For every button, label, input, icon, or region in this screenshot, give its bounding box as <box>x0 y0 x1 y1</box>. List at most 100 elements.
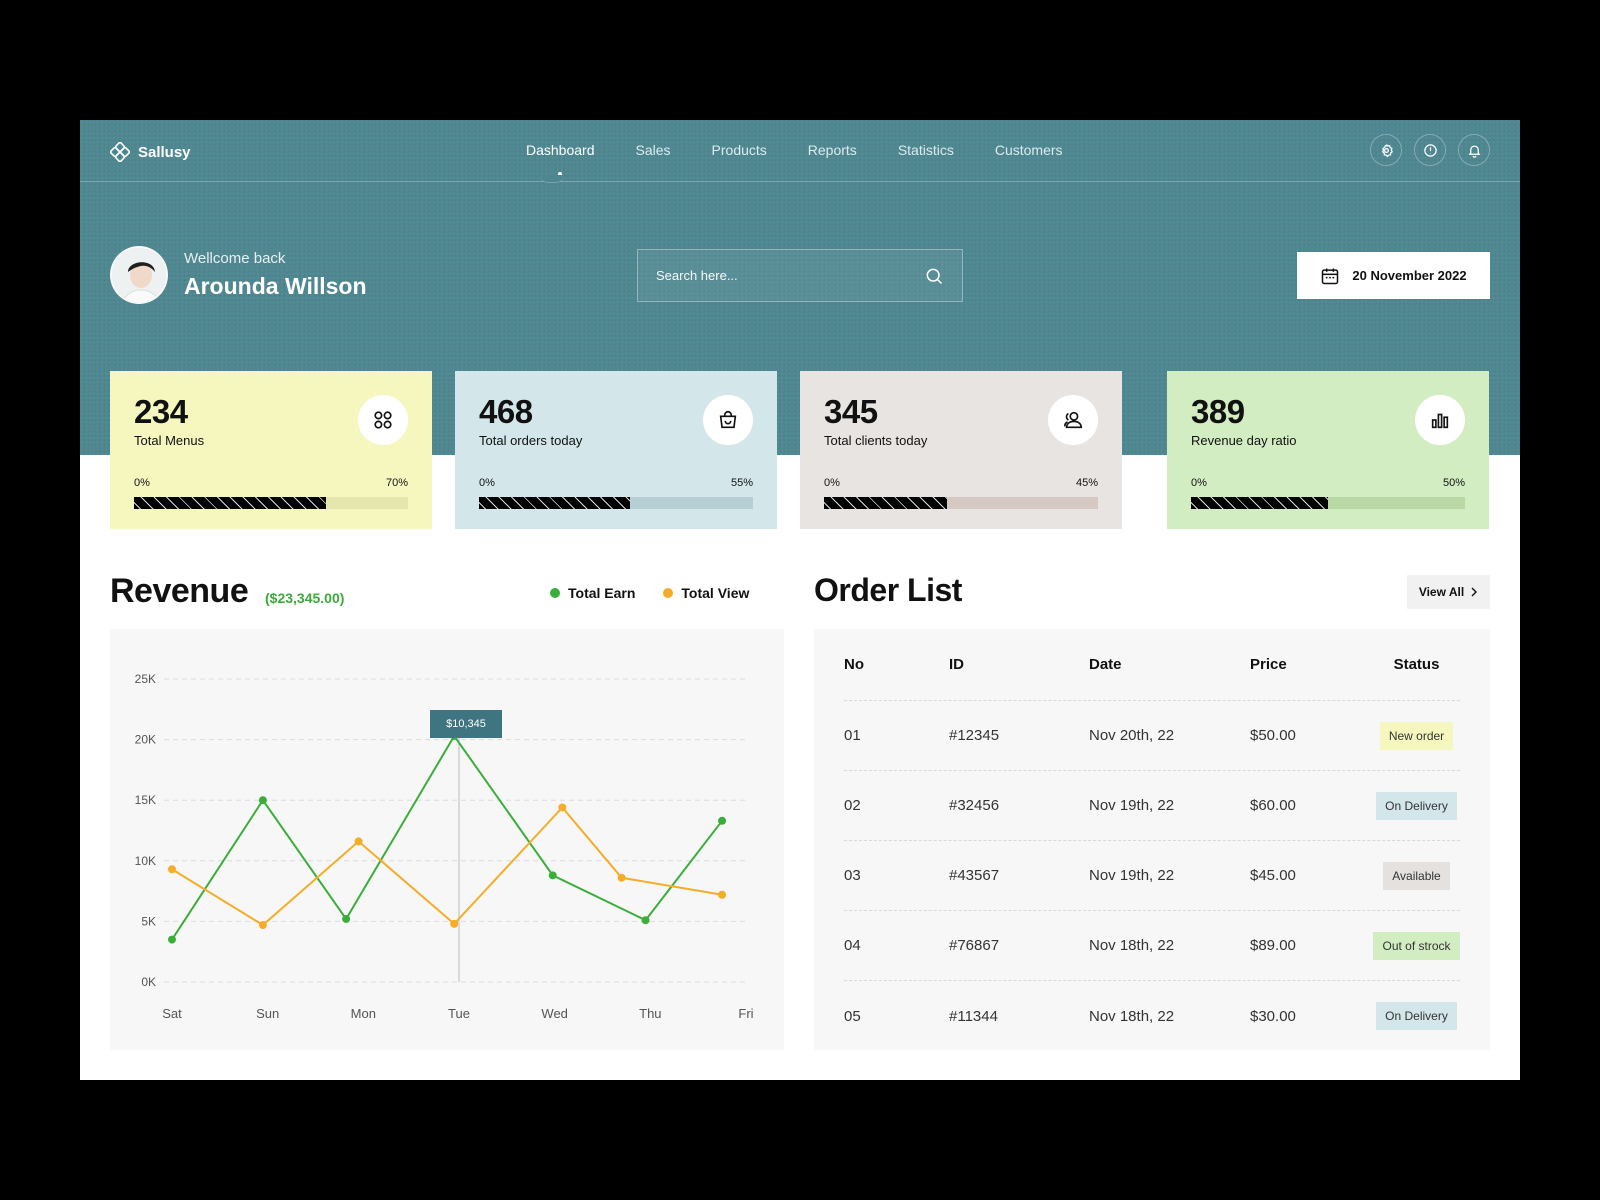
dashboard-window: Sallusy Dashboard Sales Products Reports… <box>80 120 1520 1080</box>
top-actions <box>1370 134 1490 166</box>
avatar[interactable] <box>110 246 168 304</box>
user-name: Arounda Willson <box>184 273 367 299</box>
x-tick-label: Sun <box>256 1006 279 1021</box>
row-no: 04 <box>844 937 861 954</box>
notifications-button[interactable] <box>1458 134 1490 166</box>
chevron-right-icon <box>1471 587 1478 597</box>
progress-fill <box>134 497 326 509</box>
data-point <box>168 935 176 944</box>
table-row[interactable]: 05 #11344 Nov 18th, 22 $30.00 On Deliver… <box>844 981 1460 1051</box>
progress-min: 0% <box>479 477 495 489</box>
col-status: Status <box>1393 656 1440 673</box>
progress-min: 0% <box>134 477 150 489</box>
stat-card-menus[interactable]: 234 Total Menus 0% 70% <box>110 371 432 529</box>
nav-divider <box>80 181 1520 182</box>
table-row[interactable]: 01 #12345 Nov 20th, 22 $50.00 New order <box>844 701 1460 771</box>
stat-card-clients[interactable]: 345 Total clients today 0% 45% <box>800 371 1122 529</box>
row-date: Nov 20th, 22 <box>1089 727 1175 744</box>
progress-labels: 0% 45% <box>824 477 1098 489</box>
order-table: No ID Date Price Status 01 #12345 Nov 20… <box>814 629 1490 1050</box>
info-button[interactable] <box>1414 134 1446 166</box>
y-tick-label: 20K <box>135 733 156 747</box>
data-point <box>548 871 557 880</box>
revenue-total: ($23,345.00) <box>265 590 345 606</box>
user-photo-icon <box>112 248 166 302</box>
progress-fill <box>479 497 630 509</box>
col-no: No <box>844 656 864 673</box>
row-no: 02 <box>844 797 861 814</box>
chart-tooltip: $10,345 <box>430 710 502 738</box>
search-input[interactable] <box>656 268 924 283</box>
row-no: 03 <box>844 867 861 884</box>
date-picker-button[interactable]: 20 November 2022 <box>1297 252 1490 299</box>
legend-total-earn[interactable]: Total Earn <box>550 585 635 601</box>
status-badge: Out of strock <box>1373 931 1460 960</box>
x-tick-label: Thu <box>639 1006 661 1021</box>
status-badge: On Delivery <box>1376 791 1457 820</box>
legend-total-view[interactable]: Total View <box>663 585 749 601</box>
data-point <box>617 873 626 882</box>
progress-max: 45% <box>1075 477 1098 489</box>
search-box[interactable] <box>637 249 963 302</box>
progress-bar <box>824 497 1098 509</box>
nav-products[interactable]: Products <box>712 142 767 158</box>
row-price: $50.00 <box>1250 727 1296 744</box>
nav-reports[interactable]: Reports <box>808 142 857 158</box>
stat-icon-wrap <box>358 395 408 445</box>
progress-max: 55% <box>730 477 753 489</box>
stat-icon-wrap <box>1415 395 1465 445</box>
grid-icon <box>374 411 392 429</box>
brand-logo[interactable]: Sallusy <box>110 142 191 162</box>
search-icon[interactable] <box>924 266 944 286</box>
bar-chart-icon <box>1431 413 1449 429</box>
nav-dashboard[interactable]: Dashboard <box>526 142 595 158</box>
view-all-button[interactable]: View All <box>1407 575 1490 609</box>
y-tick-label: 0K <box>141 975 156 989</box>
progress-labels: 0% 50% <box>1191 477 1465 489</box>
progress-bar <box>134 497 408 509</box>
nav-statistics[interactable]: Statistics <box>898 142 954 158</box>
row-id: #12345 <box>949 727 1000 744</box>
x-tick-label: Tue <box>448 1006 470 1021</box>
table-row[interactable]: 04 #76867 Nov 18th, 22 $89.00 Out of str… <box>844 911 1460 981</box>
row-price: $89.00 <box>1250 937 1296 954</box>
row-no: 05 <box>844 1007 861 1025</box>
date-label: 20 November 2022 <box>1352 268 1467 283</box>
row-id: #32456 <box>949 797 1000 814</box>
settings-button[interactable] <box>1370 134 1402 166</box>
row-no: 01 <box>844 727 861 744</box>
data-point <box>258 796 267 805</box>
progress-min: 0% <box>1191 477 1207 489</box>
view-all-label: View All <box>1418 585 1465 599</box>
y-tick-label: 15K <box>135 793 156 807</box>
data-point <box>718 816 727 825</box>
y-tick-label: 5K <box>141 914 156 928</box>
data-point <box>718 890 727 899</box>
status-badge: Available <box>1383 861 1450 890</box>
nav-customers[interactable]: Customers <box>995 142 1063 158</box>
legend-label: Total View <box>681 585 750 601</box>
progress-bar <box>1191 497 1465 509</box>
x-tick-label: Fri <box>738 1006 753 1021</box>
progress-fill <box>1191 497 1328 509</box>
series-line-total-view <box>171 805 723 927</box>
table-row[interactable]: 02 #32456 Nov 19th, 22 $60.00 On Deliver… <box>844 771 1460 841</box>
table-header: No ID Date Price Status <box>844 629 1460 701</box>
revenue-chart: 0K 5K 10K 15K 20K 25K Sat Sun Mon Tue Wed Thu Fri $1… <box>110 629 784 1050</box>
stat-card-orders[interactable]: 468 Total orders today 0% 55% <box>455 371 777 529</box>
table-row[interactable]: 03 #43567 Nov 19th, 22 $45.00 Available <box>844 841 1460 911</box>
progress-labels: 0% 55% <box>479 477 753 489</box>
stat-icon-wrap <box>703 395 753 445</box>
row-date: Nov 18th, 22 <box>1089 1007 1175 1025</box>
main-nav: Dashboard Sales Products Reports Statist… <box>526 142 1104 158</box>
legend-dot <box>550 588 560 598</box>
col-date: Date <box>1089 656 1122 673</box>
stat-card-revenue-ratio[interactable]: 389 Revenue day ratio 0% 50% <box>1167 371 1489 529</box>
nav-sales[interactable]: Sales <box>636 142 671 158</box>
order-list-title: Order List <box>814 572 962 608</box>
status-badge: New order <box>1379 721 1454 750</box>
data-point <box>558 803 567 812</box>
welcome-subtitle: Wellcome back <box>184 250 286 267</box>
progress-bar <box>479 497 753 509</box>
x-tick-label: Sat <box>162 1006 182 1021</box>
